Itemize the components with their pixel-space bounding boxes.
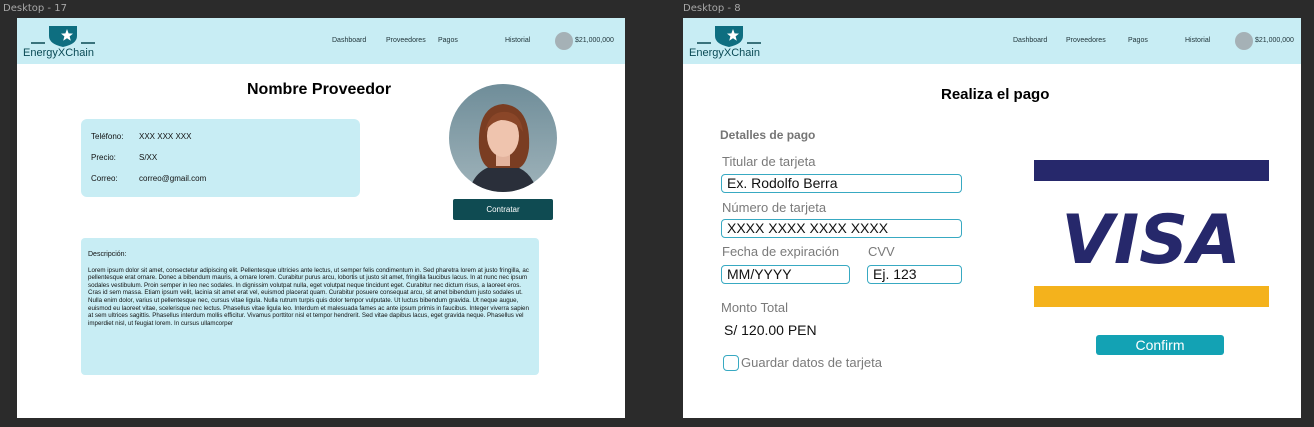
logo[interactable]: EnergyXChain — [23, 24, 103, 60]
nav-dashboard[interactable]: Dashboard — [332, 37, 366, 44]
nav-historial[interactable]: Historial — [505, 37, 530, 44]
total-label: Monto Total — [721, 300, 788, 315]
nav-historial[interactable]: Historial — [1185, 37, 1210, 44]
header: EnergyXChain Dashboard Proveedores Pagos… — [683, 18, 1301, 64]
balance: $21,000,000 — [575, 37, 614, 44]
provider-photo — [449, 84, 557, 192]
section-title: Detalles de pago — [720, 128, 816, 142]
logo-text: EnergyXChain — [23, 47, 94, 59]
description-label: Descripción: — [88, 251, 127, 258]
card-holder-label: Titular de tarjeta — [722, 154, 816, 169]
card-number-label: Número de tarjeta — [722, 200, 827, 215]
description-text: Lorem ipsum dolor sit amet, consectetur … — [88, 266, 529, 327]
description-card: Descripción: Lorem ipsum dolor sit amet,… — [81, 238, 539, 375]
info-value: correo@gmail.com — [139, 174, 207, 183]
nav-proveedores[interactable]: Proveedores — [386, 37, 426, 44]
nav-proveedores[interactable]: Proveedores — [1066, 37, 1106, 44]
info-row-price: Precio: S/XX — [91, 153, 157, 162]
header: EnergyXChain Dashboard Proveedores Pagos… — [17, 18, 625, 64]
visa-wordmark: VISA — [1061, 201, 1241, 280]
logo-icon — [31, 26, 95, 47]
info-row-phone: Teléfono: XXX XXX XXX — [91, 132, 191, 141]
logo-icon — [697, 26, 761, 47]
nav-pagos[interactable]: Pagos — [1128, 37, 1148, 44]
save-card-label[interactable]: Guardar datos de tarjeta — [741, 355, 882, 370]
payment-frame: EnergyXChain Dashboard Proveedores Pagos… — [683, 18, 1301, 418]
save-card-checkbox[interactable] — [723, 355, 739, 371]
balance: $21,000,000 — [1255, 37, 1294, 44]
page-title: Realiza el pago — [941, 86, 1050, 103]
info-label: Teléfono: — [91, 132, 124, 141]
cvv-label: CVV — [868, 244, 895, 259]
nav-dashboard[interactable]: Dashboard — [1013, 37, 1047, 44]
frame-label: Desktop - 8 — [683, 3, 741, 14]
user-avatar[interactable] — [555, 32, 573, 50]
card-holder-input[interactable]: Ex. Rodolfo Berra — [721, 174, 962, 193]
info-value: S/XX — [139, 153, 158, 162]
provider-info-card: Teléfono: XXX XXX XXX Precio: S/XX Correo:… — [81, 119, 360, 197]
page-title: Nombre Proveedor — [247, 81, 392, 98]
info-label: Precio: — [91, 153, 116, 162]
info-value: XXX XXX XXX — [139, 132, 192, 141]
logo[interactable]: EnergyXChain — [689, 24, 769, 60]
frame-label: Desktop - 17 — [3, 3, 67, 14]
info-row-email: Correo: correo@gmail.com — [91, 174, 206, 183]
total-value: S/ 120.00 PEN — [724, 322, 817, 338]
provider-profile-frame: EnergyXChain Dashboard Proveedores Pagos… — [17, 18, 625, 418]
contratar-button[interactable]: Contratar — [453, 199, 553, 220]
user-avatar[interactable] — [1235, 32, 1253, 50]
confirm-button[interactable]: Confirm — [1096, 335, 1224, 355]
expiry-label: Fecha de expiración — [722, 244, 840, 259]
nav-pagos[interactable]: Pagos — [438, 37, 458, 44]
cvv-input[interactable]: Ej. 123 — [867, 265, 962, 284]
visa-card-logo: VISA — [1034, 160, 1269, 308]
logo-text: EnergyXChain — [689, 47, 760, 59]
info-label: Correo: — [91, 174, 118, 183]
card-number-input[interactable]: XXXX XXXX XXXX XXXX — [721, 219, 962, 238]
expiry-input[interactable]: MM/YYYY — [721, 265, 850, 284]
